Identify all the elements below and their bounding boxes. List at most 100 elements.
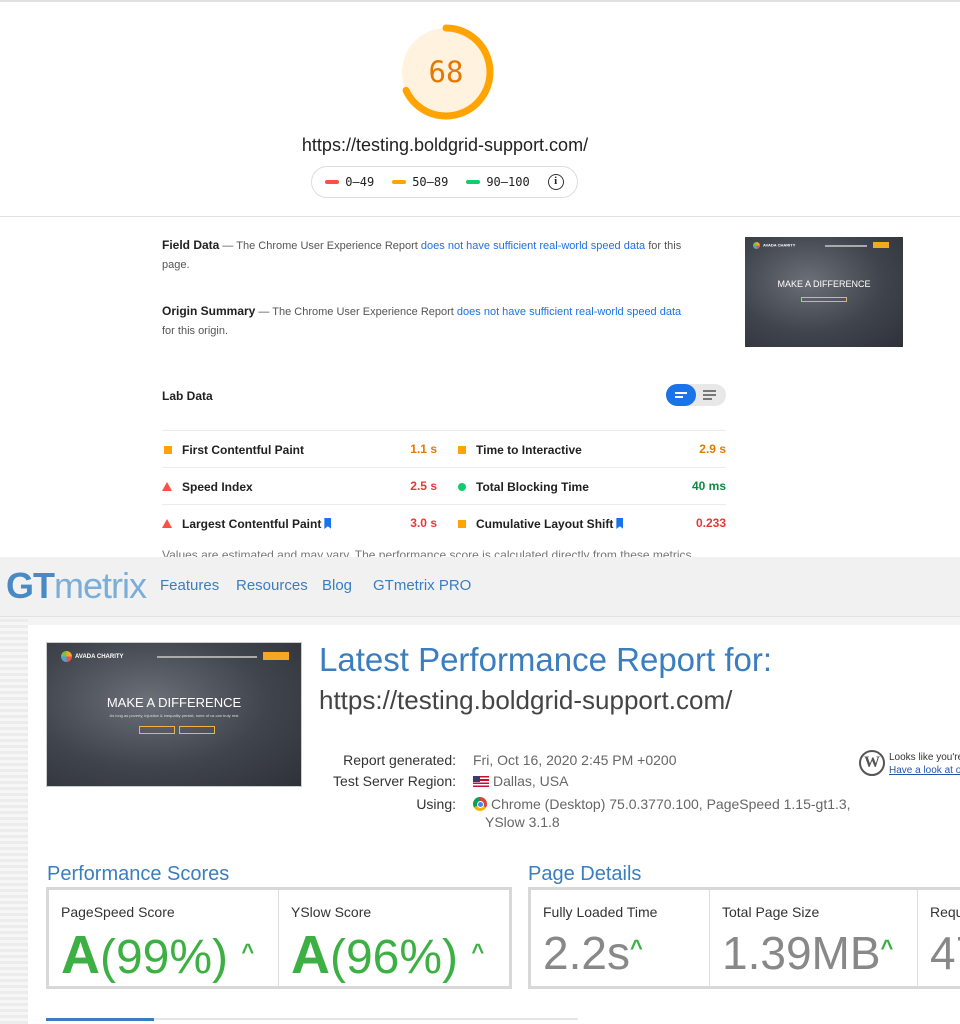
metric-value: 0.233	[695, 516, 726, 530]
nav-blog[interactable]: Blog	[322, 577, 352, 594]
thumbnail-logo: AVADA CHARITY	[61, 651, 124, 662]
thumbnail-button-1	[139, 726, 175, 734]
server-region: Dallas, USA	[473, 773, 568, 789]
legend-average: 50–89	[392, 175, 448, 189]
metric-time-to-interactive[interactable]: Time to Interactive	[458, 431, 582, 468]
metric-speed-index[interactable]: Speed Index	[162, 468, 253, 505]
metric-name: Largest Contentful Paint	[182, 516, 322, 531]
info-icon[interactable]: i	[547, 174, 564, 190]
average-square-icon	[164, 445, 172, 454]
server-region-label: Test Server Region:	[333, 773, 456, 789]
top-divider	[0, 0, 960, 2]
us-flag-icon	[473, 776, 489, 787]
chrome-icon	[473, 797, 487, 811]
fully-loaded-time-value-wrap: 2.2s^	[543, 926, 643, 980]
fail-triangle-icon	[162, 519, 172, 528]
using-browser: Chrome (Desktop) 75.0.3770.100, PageSpee…	[473, 796, 851, 812]
yslow-score[interactable]: YSlow Score A(96%) ^	[279, 890, 509, 986]
pagespeed-score[interactable]: PageSpeed Score A(99%) ^	[49, 890, 279, 986]
thumbnail-logo-icon	[61, 651, 72, 662]
server-region-value: Dallas, USA	[493, 773, 569, 789]
thumbnail-headline: MAKE A DIFFERENCE	[106, 695, 242, 710]
thumbnail-logo-icon	[753, 242, 760, 249]
metric-cumulative-layout-shift[interactable]: Cumulative Layout Shift	[458, 505, 624, 542]
yslow-percent: (96%)	[330, 931, 459, 984]
gtmetrix-logo[interactable]: GTmetrix	[6, 565, 147, 607]
total-page-size[interactable]: Total Page Size 1.39MB^	[710, 890, 918, 986]
average-square-icon	[458, 519, 466, 528]
field-data-pre: — The Chrome User Experience Report	[222, 240, 418, 252]
logo-metrix: metrix	[54, 565, 147, 606]
report-url: https://testing.boldgrid-support.com/	[319, 685, 733, 715]
requests-label: Reque	[930, 904, 960, 920]
section-divider	[0, 216, 960, 217]
origin-summary-link[interactable]: does not have sufficient real-world spee…	[457, 306, 681, 318]
yslow-score-value: A(96%) ^	[291, 924, 484, 986]
nav-features[interactable]: Features	[160, 577, 219, 594]
performance-score-gauge: 68	[398, 24, 494, 120]
legend-average-label: 50–89	[412, 175, 449, 189]
wordpress-link[interactable]: Have a look at our	[889, 765, 960, 776]
field-data-link[interactable]: does not have sufficient real-world spee…	[421, 240, 645, 252]
thumbnail-nav	[157, 656, 257, 658]
metric-value: 2.9 s	[699, 442, 726, 456]
legend-average-swatch	[392, 180, 407, 184]
thumbnail-background	[745, 237, 903, 347]
up-arrow-icon: ^	[241, 939, 255, 964]
pagespeed-report: 68 https://testing.boldgrid-support.com/…	[0, 0, 960, 557]
metric-name: First Contentful Paint	[182, 442, 304, 457]
metric-row: Largest Contentful Paint 3.0 s Cumulativ…	[162, 504, 726, 541]
metric-name: Cumulative Layout Shift	[476, 516, 614, 531]
metric-value: 3.0 s	[410, 516, 437, 530]
performance-score: 68	[428, 55, 464, 89]
yslow-grade: A	[291, 925, 330, 985]
report-generated-value: Fri, Oct 16, 2020 2:45 PM +0200	[473, 752, 677, 768]
thumbnail-buttons	[801, 297, 847, 302]
metric-first-contentful-paint[interactable]: First Contentful Paint	[164, 431, 304, 468]
page-screenshot-thumbnail: AVADA CHARITY MAKE A DIFFERENCE	[745, 237, 903, 347]
fully-loaded-time[interactable]: Fully Loaded Time 2.2s^	[531, 890, 710, 986]
up-arrow-icon: ^	[471, 939, 485, 964]
total-page-size-value: 1.39MB	[722, 927, 881, 979]
metric-largest-contentful-paint[interactable]: Largest Contentful Paint	[162, 505, 332, 542]
wordpress-notice: Looks like you're	[889, 752, 960, 763]
legend-fail-swatch	[325, 180, 340, 184]
bookmark-flag-icon	[324, 518, 332, 529]
logo-gt: GT	[6, 565, 55, 606]
thumbnail-cta	[263, 652, 289, 660]
toggle-compact[interactable]	[666, 384, 696, 406]
active-tab-indicator[interactable]	[46, 1018, 154, 1021]
fully-loaded-time-label: Fully Loaded Time	[543, 904, 658, 920]
up-arrow-icon: ^	[629, 935, 643, 960]
nav-resources[interactable]: Resources	[236, 577, 308, 594]
legend-pass-swatch	[466, 180, 481, 184]
legend-fail: 0–49	[325, 175, 374, 189]
total-page-size-value-wrap: 1.39MB^	[722, 926, 893, 980]
report-tabs-bar	[46, 1018, 578, 1021]
up-arrow-icon: ^	[880, 935, 894, 960]
toggle-compact-line-1	[675, 392, 687, 394]
report-title: Latest Performance Report for:	[319, 641, 773, 678]
nav-gtmetrix-pro[interactable]: GTmetrix PRO	[373, 577, 471, 594]
toggle-compact-line-2	[675, 396, 683, 398]
origin-summary-post: for this origin.	[162, 325, 229, 337]
field-data-summary: Field Data — The Chrome User Experience …	[162, 236, 682, 275]
report-generated-label: Report generated:	[343, 752, 456, 768]
requests-value: 47	[930, 927, 960, 979]
requests[interactable]: Reque 47	[918, 890, 960, 986]
thumbnail-nav	[825, 245, 867, 247]
metric-value: 40 ms	[691, 479, 726, 493]
thumbnail-subtext: As long as poverty, injustice & inequali…	[109, 713, 239, 718]
metric-value: 1.1 s	[410, 442, 437, 456]
thumbnail-button-2	[179, 726, 215, 734]
field-data-title: Field Data	[162, 238, 220, 252]
legend-fail-label: 0–49	[345, 175, 375, 189]
lab-data-note: Values are estimated and may vary. The p…	[162, 548, 695, 557]
metric-total-blocking-time[interactable]: Total Blocking Time	[458, 468, 589, 505]
gtmetrix-navbar: GTmetrix Features Resources Blog GTmetri…	[0, 557, 960, 617]
metrics-view-toggle[interactable]	[666, 384, 726, 406]
origin-summary-title: Origin Summary	[162, 304, 256, 318]
performance-scores-box: PageSpeed Score A(99%) ^ YSlow Score A(9…	[46, 887, 512, 989]
metric-name: Total Blocking Time	[476, 479, 589, 494]
metric-row: First Contentful Paint 1.1 s Time to Int…	[162, 430, 726, 467]
